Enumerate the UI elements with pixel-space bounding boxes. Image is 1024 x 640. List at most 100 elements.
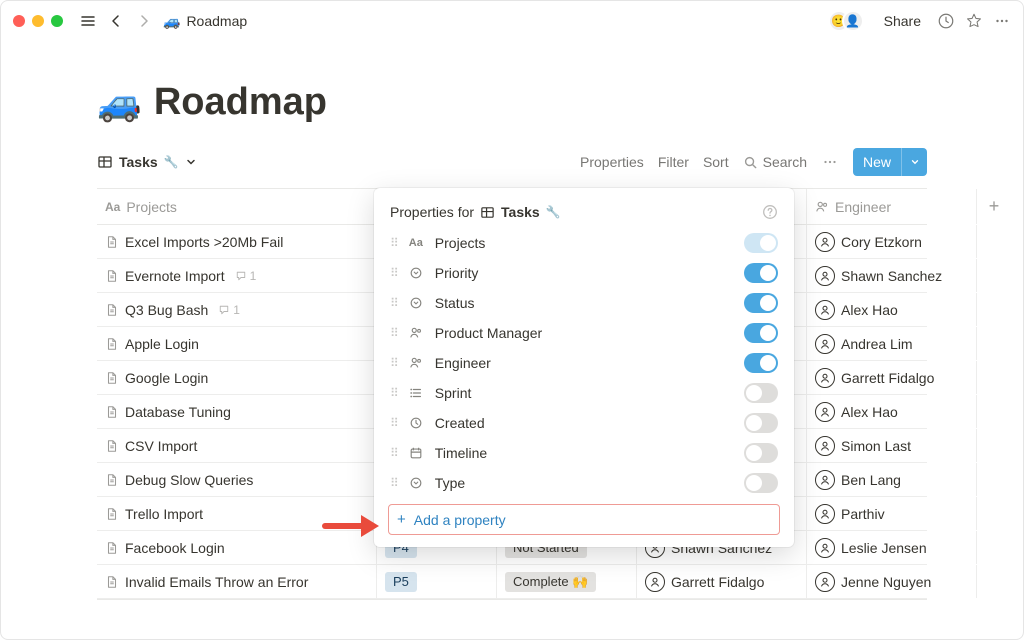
cell-engineer[interactable]: Alex Hao <box>807 395 977 428</box>
priority-tag: P5 <box>385 572 417 592</box>
cell-engineer[interactable]: Alex Hao <box>807 293 977 326</box>
cell-title[interactable]: Evernote Import 1 <box>97 259 377 292</box>
cell-priority[interactable]: P5 <box>377 565 497 598</box>
comment-count[interactable]: 1 <box>218 303 240 317</box>
cell-title[interactable]: Debug Slow Queries <box>97 463 377 496</box>
property-row[interactable]: ⠿Type <box>374 468 794 498</box>
cell-title[interactable]: Google Login <box>97 361 377 394</box>
person-property-icon <box>407 356 425 370</box>
search-button[interactable]: Search <box>743 154 807 170</box>
breadcrumb[interactable]: 🚙 Roadmap <box>163 13 247 30</box>
cell-engineer[interactable]: Jenne Nguyen <box>807 565 977 598</box>
visibility-toggle[interactable] <box>744 443 778 463</box>
hamburger-icon[interactable] <box>79 13 97 29</box>
filter-button[interactable]: Filter <box>658 154 689 170</box>
drag-handle-icon[interactable]: ⠿ <box>390 326 397 340</box>
close-window-dot[interactable] <box>13 15 25 27</box>
view-tab[interactable]: Tasks 🔧 <box>97 154 197 170</box>
more-icon[interactable] <box>993 12 1011 30</box>
drag-handle-icon[interactable]: ⠿ <box>390 236 397 250</box>
visibility-toggle[interactable] <box>744 233 778 253</box>
cell-engineer[interactable]: Andrea Lim <box>807 327 977 360</box>
person-chip: Ben Lang <box>815 470 901 490</box>
cell-title[interactable]: Apple Login <box>97 327 377 360</box>
favorite-star-icon[interactable] <box>965 12 983 30</box>
share-button[interactable]: Share <box>878 9 927 33</box>
comment-count[interactable]: 1 <box>235 269 257 283</box>
cell-title[interactable]: Invalid Emails Throw an Error <box>97 565 377 598</box>
new-button-menu[interactable] <box>901 148 927 176</box>
help-icon[interactable] <box>762 204 778 220</box>
property-row[interactable]: ⠿AaProjects <box>374 228 794 258</box>
visibility-toggle[interactable] <box>744 353 778 373</box>
column-projects[interactable]: Aa Projects <box>97 189 377 224</box>
visibility-toggle[interactable] <box>744 293 778 313</box>
popover-view-label: Tasks <box>501 204 540 220</box>
avatar-icon <box>815 538 835 558</box>
presence-avatars[interactable]: 🙂 👤 <box>836 10 864 32</box>
drag-handle-icon[interactable]: ⠿ <box>390 356 397 370</box>
updates-icon[interactable] <box>937 12 955 30</box>
properties-button[interactable]: Properties <box>580 154 644 170</box>
property-row[interactable]: ⠿Priority <box>374 258 794 288</box>
cell-engineer[interactable]: Ben Lang <box>807 463 977 496</box>
visibility-toggle[interactable] <box>744 413 778 433</box>
cell-status[interactable]: Complete 🙌 <box>497 565 637 598</box>
cell-spacer <box>977 497 1011 530</box>
page-icon <box>105 507 119 521</box>
visibility-toggle[interactable] <box>744 263 778 283</box>
cell-engineer[interactable]: Shawn Sanchez <box>807 259 977 292</box>
more-icon[interactable] <box>821 153 839 171</box>
cell-title[interactable]: Q3 Bug Bash 1 <box>97 293 377 326</box>
property-row[interactable]: ⠿Product Manager <box>374 318 794 348</box>
breadcrumb-title: Roadmap <box>186 13 247 29</box>
table-row[interactable]: Invalid Emails Throw an Error P5 Complete … <box>97 565 927 599</box>
minimize-window-dot[interactable] <box>32 15 44 27</box>
column-engineer[interactable]: Engineer <box>807 189 977 224</box>
drag-handle-icon[interactable]: ⠿ <box>390 446 397 460</box>
person-chip: Garrett Fidalgo <box>815 368 934 388</box>
cell-product-manager[interactable]: Garrett Fidalgo <box>637 565 807 598</box>
cell-title[interactable]: CSV Import <box>97 429 377 462</box>
property-row[interactable]: ⠿Timeline <box>374 438 794 468</box>
visibility-toggle[interactable] <box>744 473 778 493</box>
drag-handle-icon[interactable]: ⠿ <box>390 386 397 400</box>
cell-engineer[interactable]: Leslie Jensen <box>807 531 977 564</box>
highlight-arrow-icon <box>321 511 383 544</box>
property-row[interactable]: ⠿Created <box>374 408 794 438</box>
add-property-button[interactable]: + Add a property <box>388 504 780 535</box>
property-row[interactable]: ⠿Sprint <box>374 378 794 408</box>
cell-engineer[interactable]: Cory Etzkorn <box>807 225 977 258</box>
cell-title[interactable]: Database Tuning <box>97 395 377 428</box>
page-title-text[interactable]: Roadmap <box>154 81 327 124</box>
cell-engineer[interactable]: Simon Last <box>807 429 977 462</box>
drag-handle-icon[interactable]: ⠿ <box>390 476 397 490</box>
add-column-button[interactable]: + <box>977 189 1011 224</box>
select-property-icon <box>407 266 425 280</box>
back-icon[interactable] <box>107 13 125 29</box>
person-name: Ben Lang <box>841 472 901 488</box>
property-row[interactable]: ⠿Status <box>374 288 794 318</box>
person-name: Garrett Fidalgo <box>671 574 764 590</box>
page-icon <box>105 303 119 317</box>
maximize-window-dot[interactable] <box>51 15 63 27</box>
drag-handle-icon[interactable]: ⠿ <box>390 266 397 280</box>
visibility-toggle[interactable] <box>744 383 778 403</box>
properties-popover: Properties for Tasks 🔧 ⠿AaProjects⠿Prior… <box>374 188 794 547</box>
person-name: Alex Hao <box>841 404 898 420</box>
drag-handle-icon[interactable]: ⠿ <box>390 296 397 310</box>
cell-engineer[interactable]: Parthiv <box>807 497 977 530</box>
select-property-icon <box>407 476 425 490</box>
visibility-toggle[interactable] <box>744 323 778 343</box>
page-emoji[interactable]: 🚙 <box>97 82 142 124</box>
cell-title[interactable]: Excel Imports >20Mb Fail <box>97 225 377 258</box>
forward-icon[interactable] <box>135 13 153 29</box>
new-button[interactable]: New <box>853 148 927 176</box>
drag-handle-icon[interactable]: ⠿ <box>390 416 397 430</box>
avatar-icon <box>645 572 665 592</box>
property-row[interactable]: ⠿Engineer <box>374 348 794 378</box>
cell-engineer[interactable]: Garrett Fidalgo <box>807 361 977 394</box>
column-label: Engineer <box>835 199 891 215</box>
person-chip: Parthiv <box>815 504 885 524</box>
sort-button[interactable]: Sort <box>703 154 729 170</box>
